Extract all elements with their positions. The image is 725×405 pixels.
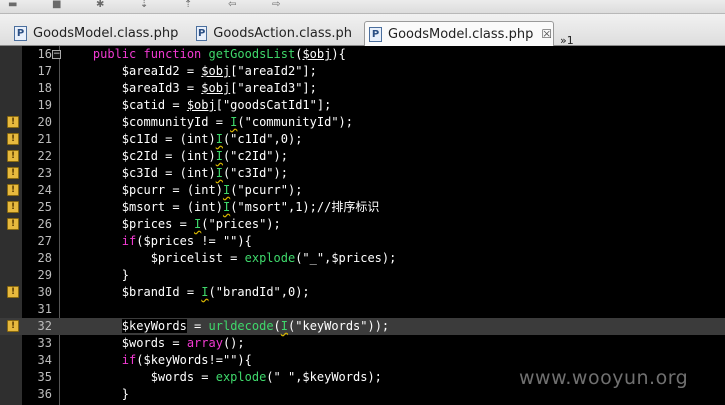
next-annotation-icon[interactable]: ⇣ — [140, 0, 148, 10]
debug-icon[interactable]: ✱ — [96, 0, 104, 10]
line-number: 31 — [37, 302, 52, 316]
line-number: 27 — [37, 234, 52, 248]
tab-goodsaction[interactable]: P GoodsAction.class.ph — [192, 21, 352, 46]
warning-icon[interactable]: ! — [7, 116, 19, 128]
code-text: $c2Id = (int)I("c2Id"); — [64, 149, 288, 163]
line-number: 23 — [37, 166, 52, 180]
code-text: $areaId2 = $obj["areaId2"]; — [64, 64, 317, 78]
warning-icon[interactable]: ! — [7, 218, 19, 230]
code-line[interactable]: ! 25 $msort = (int)I("msort",1);//排序标识 — [0, 199, 725, 216]
warning-icon[interactable]: ! — [7, 184, 19, 196]
line-number: 34 — [37, 353, 52, 367]
line-number: 16 — [37, 47, 52, 61]
code-line[interactable]: 27 if($prices != ""){ — [0, 233, 725, 250]
code-text: public function getGoodsList($obj){ — [92, 47, 346, 61]
line-number: 29 — [37, 268, 52, 282]
code-editor[interactable]: 16− public function getGoodsList($obj){1… — [0, 46, 725, 405]
warning-icon[interactable]: ! — [7, 133, 19, 145]
line-number: 18 — [37, 81, 52, 95]
tab-goodsmodel-1[interactable]: P GoodsModel.class.php — [10, 21, 180, 46]
code-text: $pcurr = (int)I("pcurr"); — [64, 183, 303, 197]
line-number: 25 — [37, 200, 52, 214]
stop-icon[interactable]: ■ — [52, 0, 61, 10]
code-line[interactable]: ! 22 $c2Id = (int)I("c2Id"); — [0, 148, 725, 165]
code-line[interactable]: 17 $areaId2 = $obj["areaId2"]; — [0, 63, 725, 80]
warning-icon[interactable]: ! — [7, 320, 19, 332]
line-number: 26 — [37, 217, 52, 231]
fold-toggle-icon[interactable]: − — [52, 50, 61, 59]
save-icon[interactable]: ▬ — [8, 0, 17, 10]
line-number: 22 — [37, 149, 52, 163]
code-text: if($keyWords!=""){ — [121, 353, 252, 367]
code-line[interactable]: 31 — [0, 301, 725, 318]
line-number: 36 — [37, 387, 52, 401]
php-file-icon: P — [196, 26, 208, 41]
line-number: 28 — [37, 251, 52, 265]
code-line[interactable]: 28 $pricelist = explode("_",$prices); — [0, 250, 725, 267]
code-text: $communityId = I("communityId"); — [64, 115, 353, 129]
code-line[interactable]: 19 $catid = $obj["goodsCatId1"]; — [0, 97, 725, 114]
code-text: } — [64, 387, 130, 401]
line-number: 35 — [37, 370, 52, 384]
code-text: $areaId3 = $obj["areaId3"]; — [64, 81, 317, 95]
php-file-icon: P — [14, 26, 27, 41]
code-text: $words = explode(" ",$keyWords); — [64, 370, 382, 384]
editor-tab-bar: P GoodsModel.class.php P GoodsAction.cla… — [0, 14, 725, 47]
code-line[interactable]: 18 $areaId3 = $obj["areaId3"]; — [0, 80, 725, 97]
code-text: $c1Id = (int)I("c1Id",0); — [64, 132, 303, 146]
code-text: $brandId = I("brandId",0); — [64, 285, 310, 299]
main-toolbar: ▬ ■ ✱ ⇣ ⇡ ⇦ ⇨ — [0, 0, 725, 14]
line-number: 17 — [37, 64, 52, 78]
back-icon[interactable]: ⇦ — [228, 0, 236, 10]
code-line[interactable]: ! 21 $c1Id = (int)I("c1Id",0); — [0, 131, 725, 148]
tab-label: GoodsModel.class.php — [33, 26, 179, 41]
code-line[interactable]: ! 24 $pcurr = (int)I("pcurr"); — [0, 182, 725, 199]
code-line[interactable]: 16− public function getGoodsList($obj){ — [0, 46, 725, 63]
line-number: 20 — [37, 115, 52, 129]
close-icon[interactable]: ☒ — [541, 27, 552, 41]
tab-goodsmodel-active[interactable]: P GoodsModel.class.php ☒ — [364, 21, 554, 46]
tab-label: GoodsAction.class.ph — [213, 26, 352, 41]
code-line[interactable]: ! 30 $brandId = I("brandId",0); — [0, 284, 725, 301]
code-text: $keyWords = urldecode(I("keyWords")); — [121, 319, 390, 333]
prev-annotation-icon[interactable]: ⇡ — [184, 0, 192, 10]
code-text: $c3Id = (int)I("c3Id"); — [64, 166, 288, 180]
code-text: $catid = $obj["goodsCatId1"]; — [64, 98, 332, 112]
code-text: } — [64, 268, 130, 282]
line-number: 32 — [37, 319, 52, 333]
line-number: 24 — [37, 183, 52, 197]
warning-icon[interactable]: ! — [7, 167, 19, 179]
code-line[interactable]: ! 32 $keyWords = urldecode(I("keyWords"))… — [0, 318, 725, 335]
code-text: $words = array(); — [64, 336, 245, 350]
line-number: 21 — [37, 132, 52, 146]
line-number: 19 — [37, 98, 52, 112]
code-line[interactable]: ! 23 $c3Id = (int)I("c3Id"); — [0, 165, 725, 182]
code-line[interactable]: ! 26 $prices = I("prices"); — [0, 216, 725, 233]
code-text: if($prices != ""){ — [121, 234, 252, 248]
line-number: 30 — [37, 285, 52, 299]
code-line[interactable]: ! 20 $communityId = I("communityId"); — [0, 114, 725, 131]
warning-icon[interactable]: ! — [7, 286, 19, 298]
watermark: www.wooyun.org — [519, 367, 689, 389]
tab-label: GoodsModel.class.php — [388, 26, 534, 42]
code-line[interactable]: 29 } — [0, 267, 725, 284]
forward-icon[interactable]: ⇨ — [272, 0, 280, 10]
php-file-icon: P — [369, 26, 382, 42]
line-number: 33 — [37, 336, 52, 350]
code-text: $prices = I("prices"); — [64, 217, 281, 231]
code-line[interactable]: 33 $words = array(); — [0, 335, 725, 352]
warning-icon[interactable]: ! — [7, 201, 19, 213]
code-text: $pricelist = explode("_",$prices); — [64, 251, 397, 265]
code-text: $msort = (int)I("msort",1);//排序标识 — [64, 200, 380, 214]
warning-icon[interactable]: ! — [7, 150, 19, 162]
